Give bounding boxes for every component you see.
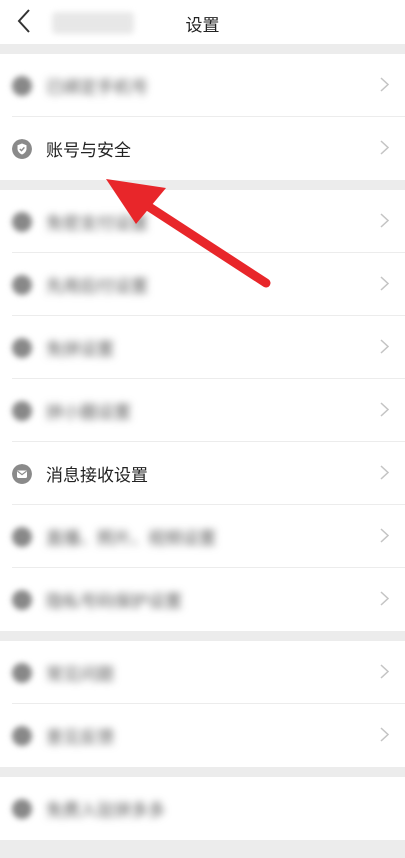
chevron-right-icon [380,664,389,679]
chevron-right-icon [380,528,389,543]
payment-icon [12,212,32,232]
circle-icon [12,527,32,547]
settings-row[interactable]: 拼小圈设置 [0,379,405,442]
shield-check-icon [12,139,32,159]
row-label: 账号与安全 [46,141,131,161]
row-label: 免密支付设置 [46,214,148,234]
chevron-right-icon [380,77,389,92]
row-label: 消息接收设置 [46,466,148,486]
navigation-bar: 设置 [0,0,405,44]
settings-row-account-security[interactable]: 账号与安全 [0,117,405,180]
chevron-right-icon [380,465,389,480]
chevron-right-icon [380,276,389,291]
settings-row[interactable]: 意见反馈 [0,704,405,767]
row-label: 隐私号码保护设置 [46,592,182,612]
settings-row-phone[interactable]: 已绑定手机号 [0,54,405,117]
row-label: 已绑定手机号 [46,78,148,98]
settings-row[interactable]: 隐私号码保护设置 [0,568,405,631]
settings-group-account: 已绑定手机号 账号与安全 [0,54,405,180]
phone-icon [12,76,32,96]
chevron-right-icon [380,140,389,155]
circle-icon [12,799,32,819]
settings-row[interactable]: 免密支付设置 [0,190,405,253]
row-label: 免拼设置 [46,340,114,360]
page-title: 设置 [185,16,220,36]
settings-row[interactable]: 常见问题 [0,641,405,704]
chevron-right-icon [380,213,389,228]
row-label: 意见反馈 [46,728,114,748]
circle-icon [12,590,32,610]
chevron-right-icon [380,339,389,354]
circle-icon [12,275,32,295]
row-label: 免费入驻拼多多 [46,801,165,821]
chevron-right-icon [380,402,389,417]
settings-row[interactable]: 免费入驻拼多多 [0,777,405,840]
settings-group-join: 免费入驻拼多多 [0,777,405,840]
row-label: 直播、照片、视频设置 [46,529,216,549]
settings-group-general: 免密支付设置 先用后付设置 免拼设置 拼小圈设置 消息接收设置 直播、照片、视频… [0,190,405,631]
row-label: 拼小圈设置 [46,403,131,423]
feedback-icon [12,726,32,746]
chevron-right-icon [380,591,389,606]
circle-icon [12,401,32,421]
chevron-right-icon [380,727,389,742]
circle-icon [12,338,32,358]
help-icon [12,663,32,683]
settings-row[interactable]: 直播、照片、视频设置 [0,505,405,568]
row-label: 常见问题 [46,665,114,685]
settings-row-message-receive[interactable]: 消息接收设置 [0,442,405,505]
settings-row[interactable]: 免拼设置 [0,316,405,379]
message-icon [12,464,32,484]
row-label: 先用后付设置 [46,277,148,297]
settings-group-help: 常见问题 意见反馈 [0,641,405,767]
settings-row[interactable]: 先用后付设置 [0,253,405,316]
